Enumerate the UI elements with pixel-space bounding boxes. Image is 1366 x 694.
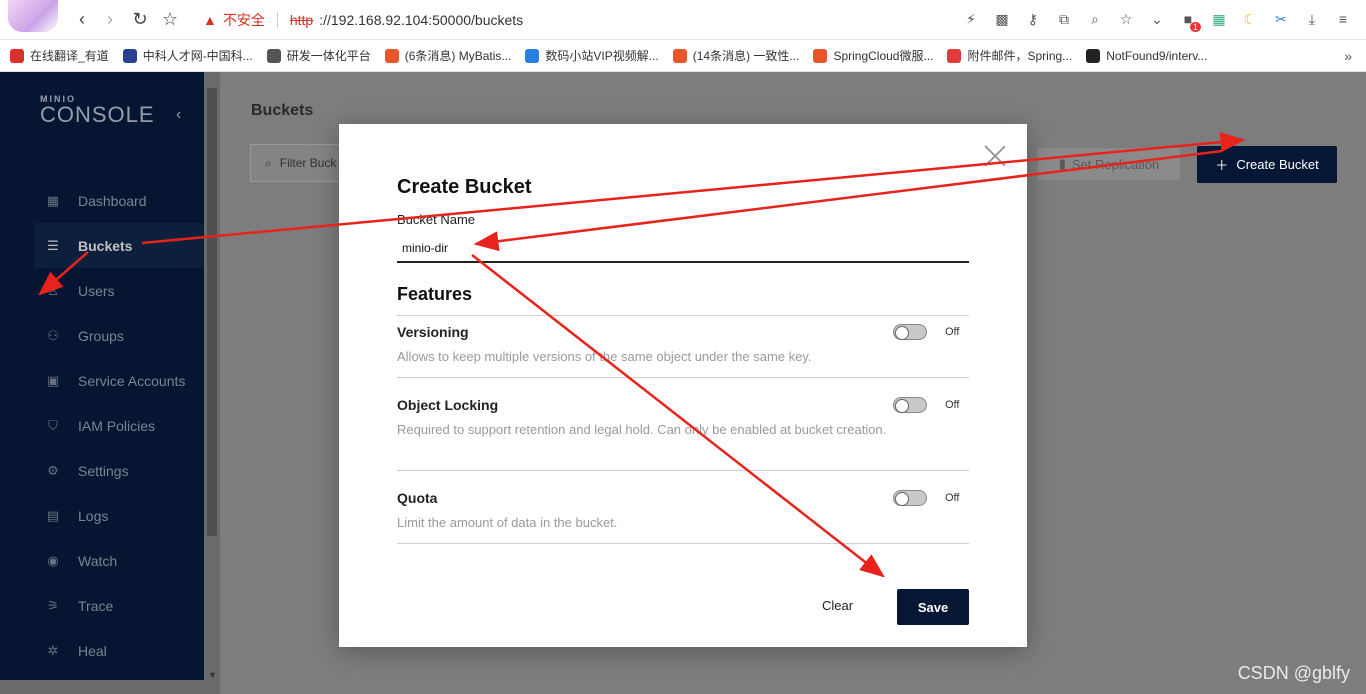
browser-toolbar: ‹ › ↻ ☆ ▲ 不安全 http ://192.168.92.104:5000… <box>0 0 1366 40</box>
address-bar[interactable]: ▲ 不安全 http ://192.168.92.104:50000/bucket… <box>203 9 523 31</box>
qr-code-icon[interactable]: ▩ <box>993 10 1011 28</box>
dialog-title: Create Bucket <box>397 176 532 198</box>
lightning-icon[interactable]: ⚡ <box>962 10 980 28</box>
bookmarks-bar: 在线翻译_有道 中科人才网-中国科... 研发一体化平台 (6条消息) MyBatis… <box>0 40 1366 72</box>
bookmark-label: (6条消息) MyBatis... <box>404 49 512 63</box>
feature-object-locking: Object Locking Required to support reten… <box>397 377 969 470</box>
bookmark-icon <box>947 48 962 63</box>
more-bookmarks-icon[interactable]: » <box>1344 48 1352 64</box>
feature-name: Object Locking <box>397 397 499 413</box>
close-icon[interactable] <box>984 144 1006 166</box>
moon-icon[interactable]: ☾ <box>1241 10 1259 28</box>
back-arrow-icon[interactable]: ‹ <box>72 9 92 29</box>
bookmark-item[interactable]: 研发一体化平台 <box>266 47 371 64</box>
toggle-state: Off <box>945 326 960 338</box>
clear-button[interactable]: Clear <box>822 598 853 613</box>
extension-badge: 1 <box>1189 22 1201 32</box>
features-heading: Features <box>397 284 473 304</box>
create-bucket-button[interactable]: ＋ Create Bucket <box>1197 146 1337 183</box>
forward-arrow-icon[interactable]: › <box>100 9 120 29</box>
set-replication-label: Set Replication <box>1071 156 1160 172</box>
bookmark-item[interactable]: 数码小站VIP视频解... <box>525 47 659 64</box>
favorite-star-icon[interactable]: ☆ <box>1117 10 1135 28</box>
bookmark-item[interactable]: NotFound9/interv... <box>1086 48 1208 63</box>
feature-name: Quota <box>397 490 438 506</box>
bookmark-icon <box>672 48 687 63</box>
replication-icon: ▮ <box>1058 156 1066 171</box>
bucket-name-label: Bucket Name <box>397 212 476 227</box>
search-icon: ⌕ <box>265 155 272 170</box>
scissors-icon[interactable]: ✂ <box>1272 10 1290 28</box>
feature-description: Required to support retention and legal … <box>397 422 887 437</box>
quota-toggle[interactable] <box>893 490 927 506</box>
key-icon[interactable]: ⚷ <box>1024 10 1042 28</box>
create-bucket-label: Create Bucket <box>1236 157 1319 172</box>
bookmark-icon <box>266 48 281 63</box>
divider <box>397 543 969 544</box>
versioning-toggle[interactable] <box>893 324 927 340</box>
bookmark-icon <box>10 48 24 63</box>
url-text: ://192.168.92.104:50000/buckets <box>319 12 524 28</box>
bookmark-label: NotFound9/interv... <box>1106 48 1208 63</box>
sidebar-backdrop <box>0 72 204 694</box>
reload-icon[interactable]: ↻ <box>130 9 150 29</box>
chevron-down-icon[interactable]: ⌄ <box>1148 10 1166 28</box>
watermark: CSDN @gblfy <box>1237 663 1350 683</box>
bookmark-icon <box>122 48 137 63</box>
menu-icon[interactable]: ≡ <box>1334 10 1352 28</box>
bookmark-label: 在线翻译_有道 <box>30 49 109 63</box>
bookmark-label: 研发一体化平台 <box>286 49 371 63</box>
feature-description: Allows to keep multiple versions of the … <box>397 349 812 364</box>
sidebar-scrollbar[interactable]: ▼ <box>204 72 220 694</box>
bookmark-star-icon[interactable]: ☆ <box>160 9 180 29</box>
bookmark-icon <box>525 48 540 63</box>
feature-name: Versioning <box>397 324 469 340</box>
download-icon[interactable]: ⤓ <box>1303 10 1321 28</box>
bookmark-label: SpringCloud微服... <box>833 49 934 63</box>
bookmark-item[interactable]: (14条消息) 一致性... <box>672 47 800 64</box>
feature-versioning: Versioning Allows to keep multiple versi… <box>397 315 969 377</box>
bookmark-icon <box>813 48 828 63</box>
bookmark-label: (14条消息) 一致性... <box>692 49 800 63</box>
create-bucket-dialog: Create Bucket Bucket Name Features Versi… <box>339 124 1027 647</box>
apps-grid-icon[interactable]: ▦ <box>1210 10 1228 28</box>
scroll-down-icon[interactable]: ▼ <box>208 670 217 680</box>
object-locking-toggle[interactable] <box>893 397 927 413</box>
toggle-state: Off <box>945 399 960 411</box>
scrollbar-thumb[interactable] <box>207 88 217 536</box>
bucket-name-input[interactable] <box>397 235 969 263</box>
sidebar: MINIO CONSOLE ‹ ▦ Dashboard ☰ Buckets ♙ Users… <box>0 72 204 694</box>
bookmark-item[interactable]: 附件邮件，Spring... <box>947 47 1072 64</box>
site-favicon <box>8 0 58 32</box>
bookmark-item[interactable]: SpringCloud微服... <box>813 47 933 64</box>
set-replication-button[interactable]: ▮ Set Replication <box>1038 148 1180 180</box>
filter-placeholder: Filter Buck <box>279 156 337 170</box>
browser-actions: ⚡ ▩ ⚷ ⧉ ⌕ ☆ ⌄ ■ 1 ▦ ☾ ✂ ⤓ ≡ <box>962 10 1352 32</box>
bookmark-label: 中科人才网-中国科... <box>142 49 253 63</box>
horizontal-scrollbar[interactable] <box>0 680 204 694</box>
bookmark-icon <box>384 48 399 63</box>
bookmark-label: 附件邮件，Spring... <box>967 49 1073 63</box>
save-button[interactable]: Save <box>897 589 969 625</box>
bookmark-icon <box>1086 48 1101 63</box>
extension-icon[interactable]: ■ 1 <box>1179 10 1201 32</box>
bookmark-item[interactable]: 在线翻译_有道 <box>10 47 109 64</box>
feature-description: Limit the amount of data in the bucket. <box>397 515 618 530</box>
url-scheme: http <box>289 12 314 28</box>
page-title: Buckets <box>251 102 314 119</box>
security-label: 不安全 <box>222 12 265 28</box>
bookmark-item[interactable]: (6条消息) MyBatis... <box>384 47 512 64</box>
bookmark-label: 数码小站VIP视频解... <box>545 49 659 63</box>
bookmark-item[interactable]: 中科人才网-中国科... <box>122 47 253 64</box>
zoom-icon[interactable]: ⌕ <box>1086 10 1104 28</box>
translate-icon[interactable]: ⧉ <box>1055 10 1073 28</box>
toggle-state: Off <box>945 492 960 504</box>
plus-icon: ＋ <box>1215 158 1229 173</box>
warning-icon: ▲ <box>203 12 217 28</box>
feature-quota: Quota Limit the amount of data in the bu… <box>397 470 969 543</box>
divider <box>276 12 278 28</box>
